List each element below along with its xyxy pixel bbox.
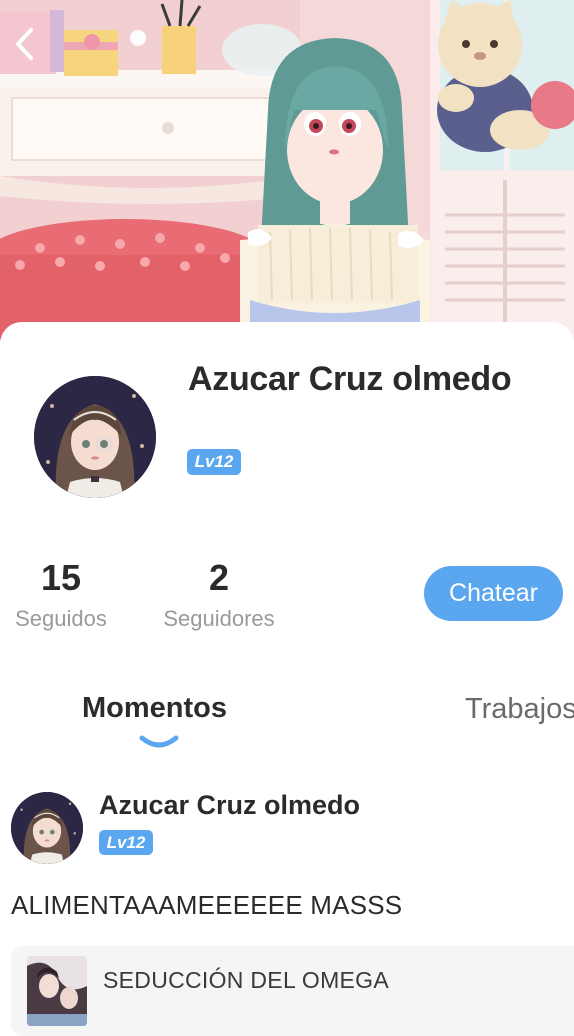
back-button[interactable] bbox=[6, 24, 42, 64]
cover-illustration bbox=[0, 0, 574, 340]
post-level-badge: Lv12 bbox=[99, 830, 153, 855]
post-author-name[interactable]: Azucar Cruz olmedo bbox=[99, 790, 360, 821]
active-tab-indicator bbox=[139, 735, 179, 748]
work-thumbnail bbox=[27, 956, 87, 1026]
level-badge: Lv12 bbox=[187, 449, 241, 475]
work-cover-image bbox=[27, 956, 87, 1026]
tab-moments[interactable]: Momentos bbox=[82, 692, 227, 725]
profile-card: Azucar Cruz olmedo Lv12 15 Seguidos 2 Se… bbox=[0, 322, 574, 1036]
chat-button[interactable]: Chatear bbox=[424, 566, 563, 621]
post-text: ALIMENTAAAMEEEEEE MASSS bbox=[11, 890, 403, 920]
followers-count: 2 bbox=[208, 557, 230, 598]
linked-work-card[interactable]: SEDUCCIÓN DEL OMEGA bbox=[11, 946, 574, 1036]
tab-works[interactable]: Trabajos bbox=[465, 693, 574, 726]
avatar-image bbox=[34, 376, 156, 498]
chevron-left-icon bbox=[16, 28, 33, 60]
work-title: SEDUCCIÓN DEL OMEGA bbox=[103, 967, 390, 993]
profile-cover bbox=[0, 0, 574, 340]
profile-name: Azucar Cruz olmedo bbox=[188, 360, 512, 398]
post-author-avatar[interactable] bbox=[11, 792, 83, 864]
profile-avatar[interactable] bbox=[34, 376, 156, 498]
following-label: Seguidos bbox=[15, 606, 107, 631]
following-stat[interactable]: 15 Seguidos bbox=[6, 558, 116, 632]
avatar-image bbox=[11, 792, 83, 864]
followers-label: Seguidores bbox=[163, 606, 275, 631]
followers-stat[interactable]: 2 Seguidores bbox=[154, 558, 284, 632]
following-count: 15 bbox=[40, 557, 82, 598]
